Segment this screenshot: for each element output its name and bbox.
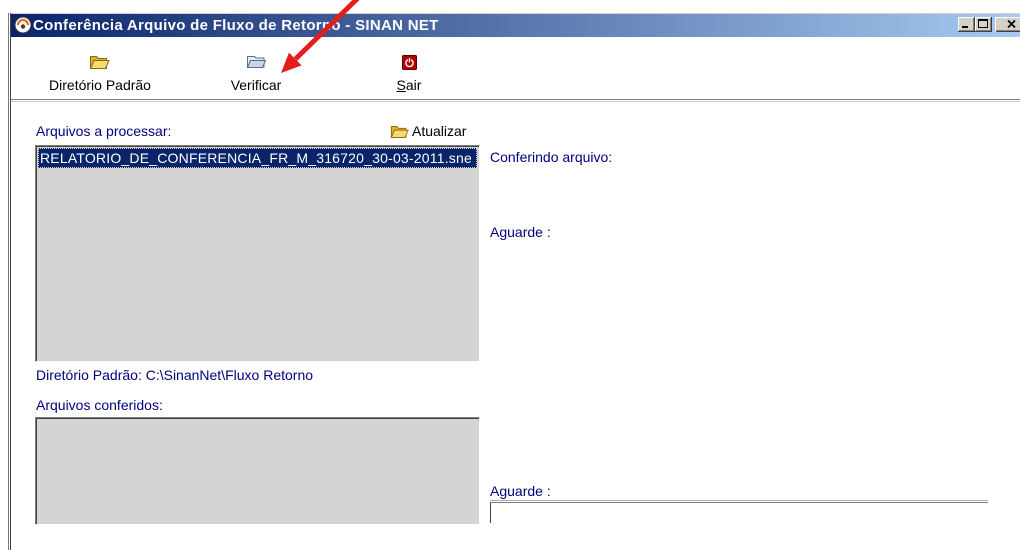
- power-icon: [401, 53, 417, 71]
- verify-label: Verificar: [230, 77, 282, 93]
- checked-files-list[interactable]: [35, 417, 480, 525]
- default-directory-label: Diretório Padrão: [49, 77, 151, 93]
- close-icon: [1007, 19, 1016, 29]
- window-left-border: [8, 13, 11, 550]
- verify-icon: [245, 53, 267, 71]
- toolbar-separator-highlight: [11, 101, 1020, 102]
- title-bar[interactable]: Conferência Arquivo de Fluxo de Retorno …: [11, 14, 1020, 37]
- pending-files-list[interactable]: RELATORIO_DE_CONFERENCIA_FR_M_316720_30-…: [35, 145, 480, 362]
- verify-button[interactable]: Verificar: [206, 40, 306, 98]
- maximize-icon: [978, 19, 988, 28]
- toolbar-separator: [11, 99, 1020, 100]
- default-directory-button[interactable]: Diretório Padrão: [40, 40, 160, 98]
- window-title: Conferência Arquivo de Fluxo de Retorno …: [33, 17, 439, 34]
- checked-files-label: Arquivos conferidos:: [36, 397, 163, 413]
- progress-divider: [490, 500, 988, 501]
- maximize-button[interactable]: [975, 17, 992, 32]
- close-button[interactable]: [995, 17, 1020, 32]
- sinan-logo-icon[interactable]: [14, 16, 32, 34]
- wait-label-top: Aguarde :: [490, 224, 551, 240]
- refresh-label: Atualizar: [412, 123, 467, 139]
- pending-files-label: Arquivos a processar:: [36, 123, 172, 139]
- checking-file-label: Conferindo arquivo:: [490, 149, 613, 165]
- refresh-button[interactable]: Atualizar: [390, 121, 466, 141]
- folder-refresh-icon: [390, 123, 410, 140]
- exit-label: Sair: [396, 77, 422, 93]
- list-item-selected[interactable]: RELATORIO_DE_CONFERENCIA_FR_M_316720_30-…: [38, 148, 477, 168]
- default-directory-path: Diretório Padrão: C:\SinanNet\Fluxo Reto…: [36, 367, 314, 383]
- progress-bar: [490, 502, 988, 523]
- exit-button[interactable]: Sair: [374, 40, 444, 98]
- folder-open-icon: [89, 53, 111, 71]
- wait-label-bottom: Aguarde :: [490, 483, 551, 499]
- minimize-icon: [962, 26, 968, 28]
- minimize-button[interactable]: [958, 17, 975, 32]
